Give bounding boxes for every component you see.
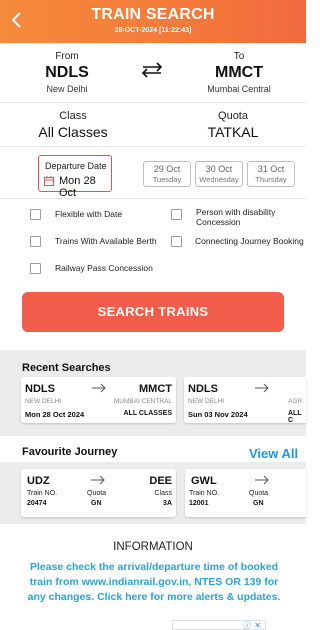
to-station[interactable]: To MMCT Mumbai Central xyxy=(184,51,294,94)
arrow-right-icon xyxy=(91,475,105,485)
disability-concession-label: Person with disability Concession xyxy=(196,207,276,227)
recent-to-name: AGR xyxy=(288,398,303,405)
recent-search-card[interactable]: NDLS MMCT NEW DELHI MUMBAI CENTRAL Mon 2… xyxy=(21,377,176,423)
from-name: New Delhi xyxy=(46,84,88,94)
fav-class: 3A xyxy=(163,500,172,507)
recent-to-code: MMCT xyxy=(139,383,172,395)
date-chip-day: Thursday xyxy=(255,175,287,184)
checkbox[interactable] xyxy=(30,236,41,247)
favourite-journey-title: Favourite Journey xyxy=(22,446,118,458)
app-header: TRAIN SEARCH 28-OCT-2024 [11:22:43] xyxy=(0,0,306,43)
checkbox[interactable] xyxy=(171,209,182,220)
information-link[interactable]: Please check the arrival/departure time … xyxy=(22,560,286,605)
available-berth-label: Trains With Available Berth xyxy=(55,236,157,246)
recent-from-code: NDLS xyxy=(25,383,55,395)
railway-pass-option[interactable]: Railway Pass Concession xyxy=(30,262,165,276)
quota-selector[interactable]: Quota TATKAL xyxy=(178,110,288,140)
date-chip-29-oct[interactable]: 29 Oct Tuesday xyxy=(143,161,191,187)
search-trains-button[interactable]: SEARCH TRAINS xyxy=(22,292,284,332)
date-chip-date: 29 Oct xyxy=(153,164,181,174)
flexible-date-option[interactable]: Flexible with Date xyxy=(30,208,155,222)
fav-to-code: DEE xyxy=(149,475,172,487)
class-label: Class xyxy=(59,110,87,122)
view-all-link[interactable]: View All xyxy=(249,446,298,461)
fav-quota: GN xyxy=(91,500,102,507)
connecting-journey-option[interactable]: Connecting Journey Booking xyxy=(171,235,305,249)
fav-train-no: 12001 xyxy=(189,500,209,507)
from-station[interactable]: From NDLS New Delhi xyxy=(12,51,122,94)
departure-date-picker[interactable]: Departure Date Mon 28 Oct xyxy=(38,155,112,199)
recent-date: Mon 28 Oct 2024 xyxy=(25,410,85,419)
connecting-journey-label: Connecting Journey Booking xyxy=(195,236,304,246)
recent-class: ALL C xyxy=(288,410,302,423)
fav-quota-label: Quota xyxy=(249,490,269,497)
swap-arrows-icon[interactable] xyxy=(141,62,163,78)
recent-date: Sun 03 Nov 2024 xyxy=(188,410,248,419)
to-name: Mumbai Central xyxy=(207,84,271,94)
arrow-right-icon xyxy=(255,383,269,393)
quota-value: TATKAL xyxy=(207,124,259,140)
recent-from-name: NEW DELHI xyxy=(25,398,62,405)
date-chip-31-oct[interactable]: 31 Oct Thursday xyxy=(247,161,295,187)
fav-quota-label: Quota xyxy=(87,490,107,497)
to-label: To xyxy=(233,51,245,62)
to-code: MMCT xyxy=(215,64,263,81)
date-chip-date: 31 Oct xyxy=(257,164,285,174)
recent-searches-title: Recent Searches xyxy=(22,362,111,374)
divider xyxy=(0,102,306,103)
quota-label: Quota xyxy=(218,110,248,122)
calendar-icon xyxy=(44,176,54,186)
page-title: TRAIN SEARCH xyxy=(91,6,215,23)
ad-info-icon[interactable]: ⓘ xyxy=(243,621,251,630)
ad-close-icon[interactable]: ✕ xyxy=(254,621,261,630)
date-chip-day: Tuesday xyxy=(152,175,182,184)
date-chip-day: Wednesday xyxy=(199,175,239,184)
date-chip-date: 30 Oct xyxy=(205,164,233,174)
fav-train-label: Train NO. xyxy=(27,490,58,497)
recent-class: ALL CLASSES xyxy=(123,410,173,417)
checkbox[interactable] xyxy=(171,236,182,247)
fav-class-label: Class xyxy=(154,490,172,497)
departure-value: Mon 28 Oct xyxy=(59,175,96,199)
available-berth-option[interactable]: Trains With Available Berth xyxy=(30,235,165,249)
ad-banner[interactable]: ⓘ ✕ xyxy=(172,620,266,630)
fav-quota: GN xyxy=(253,500,264,507)
favourite-journey-card[interactable]: UDZ DEE Train NO. 20474 Quota GN Class 3… xyxy=(21,469,176,517)
recent-to-name: MUMBAI CENTRAL xyxy=(113,398,172,405)
departure-label: Departure Date xyxy=(45,161,107,171)
recent-from-name: NEW DELHI xyxy=(188,398,225,405)
header-timestamp: 28-OCT-2024 [11:22:43] xyxy=(114,27,192,34)
recent-search-card[interactable]: NDLS NEW DELHI AGR Sun 03 Nov 2024 ALL C xyxy=(184,377,306,423)
fav-train-no: 20474 xyxy=(27,500,47,507)
arrow-right-icon xyxy=(255,475,269,485)
class-value: All Classes xyxy=(38,124,108,140)
disability-concession-option[interactable]: Person with disability Concession xyxy=(171,207,305,227)
arrow-right-icon xyxy=(92,383,106,393)
divider xyxy=(0,198,306,199)
railway-pass-label: Railway Pass Concession xyxy=(55,263,153,273)
from-label: From xyxy=(55,51,79,62)
fav-train-label: Train NO. xyxy=(189,490,220,497)
checkbox[interactable] xyxy=(30,209,41,220)
from-code: NDLS xyxy=(45,64,89,81)
date-chip-30-oct[interactable]: 30 Oct Wednesday xyxy=(195,161,243,187)
favourite-journey-card[interactable]: GWL Train NO. 12001 Quota GN xyxy=(185,469,306,517)
checkbox[interactable] xyxy=(30,263,41,274)
recent-from-code: NDLS xyxy=(188,383,218,395)
class-selector[interactable]: Class All Classes xyxy=(18,110,128,140)
divider xyxy=(0,146,306,147)
flexible-date-label: Flexible with Date xyxy=(55,209,123,219)
information-title: INFORMATION xyxy=(113,541,193,553)
fav-from-code: GWL xyxy=(191,475,217,487)
fav-from-code: UDZ xyxy=(27,475,50,487)
